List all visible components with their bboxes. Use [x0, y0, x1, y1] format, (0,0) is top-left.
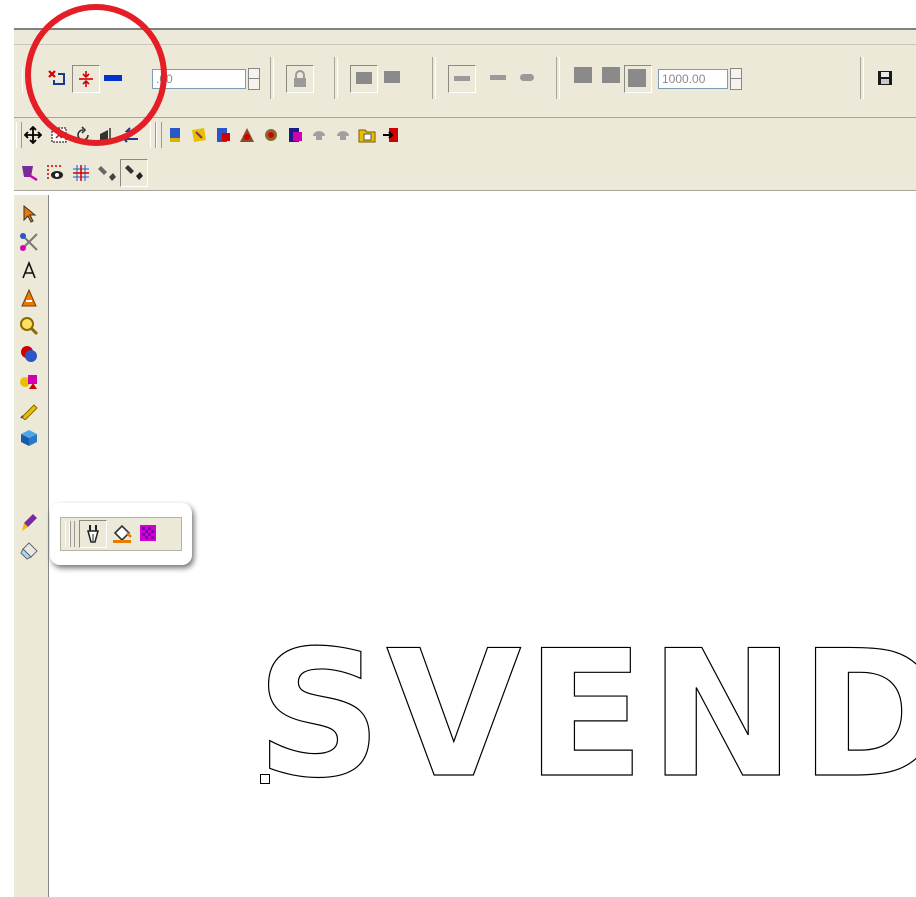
pen-nib-icon	[82, 523, 104, 545]
align-box-icon[interactable]	[384, 71, 400, 83]
size-box-icon[interactable]	[574, 67, 592, 83]
move-icon[interactable]	[22, 124, 44, 146]
brush-flyout	[50, 503, 192, 565]
shapes-icon[interactable]	[18, 343, 40, 365]
lock-button[interactable]	[286, 65, 314, 93]
tool-magenta-icon[interactable]	[284, 124, 306, 146]
separator	[860, 57, 864, 99]
fill-shapes-icon[interactable]	[18, 371, 40, 393]
cube-icon[interactable]	[18, 427, 40, 449]
outlined-text[interactable]: SVEND	[255, 627, 916, 803]
exit-icon[interactable]	[380, 124, 402, 146]
highlight-circle	[25, 4, 167, 146]
pencil-icon[interactable]	[18, 399, 40, 421]
pattern-fill-icon[interactable]	[137, 522, 159, 544]
tool-mix1-icon[interactable]	[236, 124, 258, 146]
brush-icon[interactable]	[18, 511, 40, 533]
tool-mix2-icon[interactable]	[260, 124, 282, 146]
tool-grey1-icon[interactable]	[308, 124, 330, 146]
toolbar-grip[interactable]	[69, 521, 75, 547]
pen-selected-button[interactable]	[120, 159, 148, 187]
size-box-icon[interactable]	[602, 67, 620, 83]
tool-yellow-icon[interactable]	[188, 124, 210, 146]
zoom-icon[interactable]	[18, 315, 40, 337]
thickness-spinner[interactable]	[248, 68, 260, 90]
separator	[556, 57, 560, 99]
pen-selected-icon	[123, 162, 145, 184]
size-button[interactable]	[624, 65, 652, 93]
toolbar-row-paint	[14, 156, 916, 191]
lock-icon	[289, 68, 311, 90]
pen-tool-icon[interactable]	[96, 162, 118, 184]
toolbar-grip[interactable]	[156, 122, 162, 148]
size-box-icon	[628, 69, 646, 87]
folder-icon[interactable]	[356, 124, 378, 146]
paint-bucket-icon[interactable]	[18, 162, 40, 184]
pen-nib-button[interactable]	[79, 520, 107, 548]
grid-icon[interactable]	[70, 162, 92, 184]
size-spinner[interactable]	[730, 68, 742, 90]
size-field[interactable]: 1000.00	[658, 69, 728, 89]
dash-icon[interactable]	[490, 75, 506, 80]
align-button-1[interactable]	[350, 65, 378, 93]
tool-blue-icon[interactable]	[164, 124, 186, 146]
text-a-icon[interactable]	[18, 259, 40, 281]
line-style-button-1[interactable]	[448, 65, 476, 93]
node-handle[interactable]	[260, 774, 270, 784]
separator	[432, 57, 436, 99]
brush-flyout-toolbar	[60, 517, 182, 551]
save-icon[interactable]	[874, 67, 896, 89]
tool-red-icon[interactable]	[212, 124, 234, 146]
bucket-fill-icon[interactable]	[111, 522, 133, 544]
left-toolbox	[14, 195, 49, 897]
separator	[270, 57, 274, 99]
scissors-icon[interactable]	[18, 231, 40, 253]
separator	[334, 57, 338, 99]
tool-grey2-icon[interactable]	[332, 124, 354, 146]
text-a-bold-icon[interactable]	[18, 287, 40, 309]
eraser-icon[interactable]	[18, 539, 40, 561]
round-dash-icon[interactable]	[520, 74, 534, 81]
dash-icon	[454, 76, 470, 81]
arrow-icon[interactable]	[18, 203, 40, 225]
align-box-icon	[356, 72, 372, 84]
dots-eye-icon[interactable]	[44, 162, 66, 184]
